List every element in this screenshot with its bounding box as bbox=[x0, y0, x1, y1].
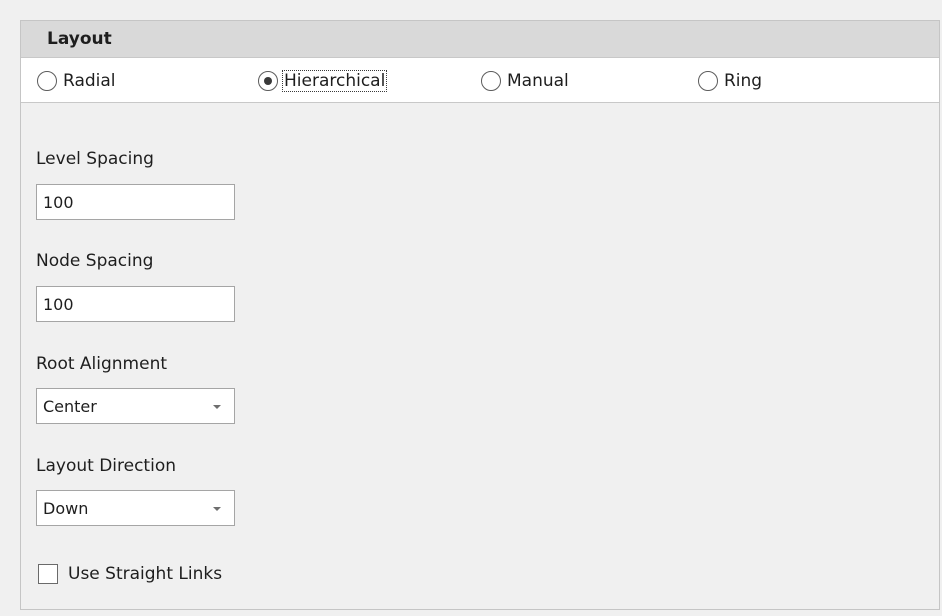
radio-manual-label[interactable]: Manual bbox=[506, 71, 570, 91]
radio-hierarchical-label[interactable]: Hierarchical bbox=[281, 69, 388, 92]
layout-direction-value: Down bbox=[43, 499, 89, 518]
layout-direction-label: Layout Direction bbox=[36, 456, 176, 476]
checkbox-box[interactable] bbox=[38, 564, 58, 584]
radio-radial-circle[interactable] bbox=[37, 70, 57, 91]
layout-direction-dropdown[interactable]: Down bbox=[36, 490, 235, 526]
node-spacing-input[interactable] bbox=[36, 286, 235, 322]
layout-group-header: Layout bbox=[21, 21, 939, 58]
root-alignment-label: Root Alignment bbox=[36, 354, 168, 374]
radio-radial-label[interactable]: Radial bbox=[62, 71, 117, 91]
radio-selected-dot bbox=[264, 76, 272, 85]
use-straight-links-checkbox[interactable]: Use Straight Links bbox=[38, 564, 222, 584]
level-spacing-input[interactable] bbox=[36, 184, 235, 220]
root-alignment-value: Center bbox=[43, 397, 97, 416]
radio-ring-label[interactable]: Ring bbox=[723, 71, 763, 91]
radio-hierarchical-circle[interactable] bbox=[258, 70, 278, 91]
layout-type-radio-group: Radial Hierarchical Manual Ring bbox=[21, 58, 939, 103]
radio-ring-circle[interactable] bbox=[698, 70, 718, 91]
level-spacing-label: Level Spacing bbox=[36, 149, 154, 169]
chevron-down-icon[interactable] bbox=[213, 405, 221, 409]
node-spacing-label: Node Spacing bbox=[36, 251, 154, 271]
window-background: Layout Radial Hierarchical Manual Ring L… bbox=[0, 0, 942, 616]
radio-ring[interactable]: Ring bbox=[698, 58, 763, 103]
layout-group-title: Layout bbox=[47, 29, 112, 49]
radio-manual-circle[interactable] bbox=[481, 70, 501, 91]
radio-hierarchical[interactable]: Hierarchical bbox=[258, 58, 388, 103]
layout-panel: Layout Radial Hierarchical Manual Ring L… bbox=[20, 20, 940, 610]
root-alignment-dropdown[interactable]: Center bbox=[36, 388, 235, 424]
radio-manual[interactable]: Manual bbox=[481, 58, 570, 103]
chevron-down-icon[interactable] bbox=[213, 507, 221, 511]
radio-radial[interactable]: Radial bbox=[37, 58, 117, 103]
use-straight-links-label[interactable]: Use Straight Links bbox=[68, 564, 222, 584]
